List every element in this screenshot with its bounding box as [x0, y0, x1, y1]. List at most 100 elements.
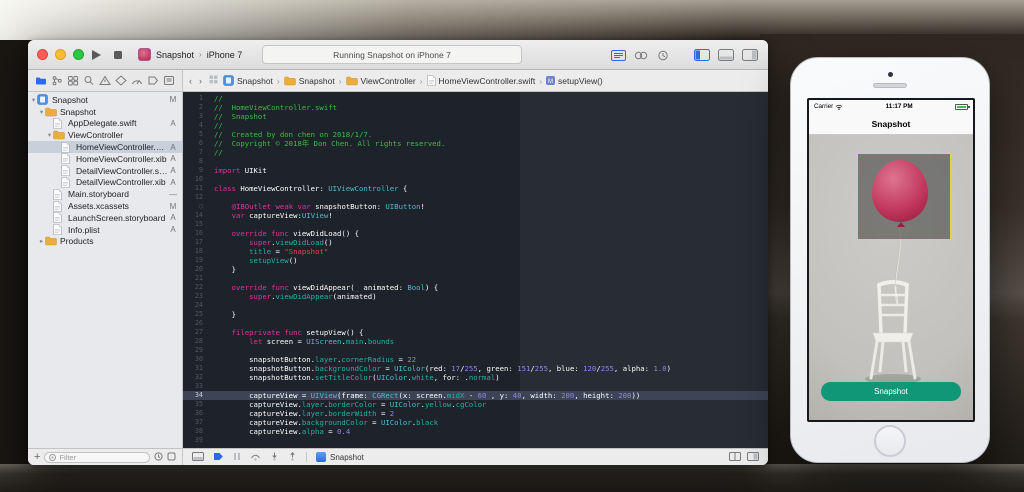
- step-over-button[interactable]: [250, 448, 261, 465]
- debug-bar-crumb[interactable]: Snapshot: [316, 452, 364, 462]
- back-button[interactable]: ‹: [189, 76, 194, 86]
- hide-debug-area-button[interactable]: [192, 448, 204, 465]
- code-line[interactable]: 19 setupView(): [183, 256, 768, 265]
- file-tree-item[interactable]: DetailViewController.xib A: [28, 177, 182, 189]
- breakpoints-button[interactable]: [213, 448, 224, 465]
- code-line[interactable]: 20 }: [183, 265, 768, 274]
- file-tree-item[interactable]: AppDelegate.swift A: [28, 118, 182, 130]
- file-tree-item[interactable]: DetailViewController.swift A: [28, 165, 182, 177]
- code-line[interactable]: 7//: [183, 148, 768, 157]
- run-button[interactable]: [92, 50, 101, 60]
- code-line[interactable]: 18 title = "Snapshot": [183, 247, 768, 256]
- add-button[interactable]: +: [34, 452, 40, 463]
- toggle-inspectors-button[interactable]: [742, 48, 758, 66]
- code-line[interactable]: 29: [183, 346, 768, 355]
- home-button[interactable]: [874, 425, 906, 457]
- navigator-bar: [28, 70, 183, 91]
- jump-bar-item[interactable]: HomeViewController.swift: [426, 75, 535, 86]
- file-tree-item[interactable]: Info.plist A: [28, 224, 182, 236]
- assistant-editor-button[interactable]: [634, 48, 648, 66]
- console-pane-left-button[interactable]: [729, 448, 741, 465]
- file-tree-item[interactable]: HomeViewController.xib A: [28, 153, 182, 165]
- find-navigator-tab[interactable]: [83, 75, 95, 86]
- code-line[interactable]: 28 let screen = UIScreen.main.bounds: [183, 337, 768, 346]
- code-line[interactable]: 38 captureView.alpha = 0.4: [183, 427, 768, 436]
- code-line[interactable]: 1//: [183, 94, 768, 103]
- code-line[interactable]: 32 snapshotButton.setTitleColor(UIColor.…: [183, 373, 768, 382]
- recent-files-icon[interactable]: [154, 448, 163, 465]
- code-line[interactable]: 31 snapshotButton.backgroundColor = UICo…: [183, 364, 768, 373]
- code-line[interactable]: 39: [183, 436, 768, 445]
- project-navigator: ▾ Snapshot M ▾ Snapshot AppDelegate.swift A ▾ Vi…: [28, 92, 183, 448]
- code-line[interactable]: 17 super.viewDidLoad(): [183, 238, 768, 247]
- code-line[interactable]: 26: [183, 319, 768, 328]
- version-editor-button[interactable]: [656, 48, 670, 66]
- code-line[interactable]: 37 captureView.backgroundColor = UIColor…: [183, 418, 768, 427]
- code-line[interactable]: 22 override func viewDidAppear(_ animate…: [183, 283, 768, 292]
- code-line[interactable]: 15: [183, 220, 768, 229]
- code-line[interactable]: 3// Snapshot: [183, 112, 768, 121]
- zoom-button[interactable]: [73, 49, 84, 60]
- console-pane-right-button[interactable]: [747, 448, 759, 465]
- source-editor[interactable]: 1//2// HomeViewController.swift 3// Snaps…: [183, 92, 768, 448]
- file-tree-item[interactable]: Main.storyboard —: [28, 188, 182, 200]
- code-line[interactable]: 10: [183, 175, 768, 184]
- code-line[interactable]: 12: [183, 193, 768, 202]
- standard-editor-button[interactable]: [611, 48, 626, 66]
- code-line[interactable]: 25 }: [183, 310, 768, 319]
- jump-bar-item[interactable]: ViewController: [345, 76, 416, 86]
- filter-field[interactable]: Filter: [44, 451, 150, 463]
- file-tree-item[interactable]: HomeViewController.swift A: [28, 141, 182, 153]
- code-line[interactable]: 30 snapshotButton.layer.cornerRadius = 2…: [183, 355, 768, 364]
- code-line[interactable]: 35 captureView.layer.borderColor = UICol…: [183, 400, 768, 409]
- step-into-button[interactable]: [270, 448, 279, 465]
- jump-bar-item[interactable]: Snapshot: [284, 76, 335, 86]
- report-navigator-tab[interactable]: [163, 75, 175, 86]
- scheme-selector[interactable]: Snapshot › iPhone 7: [138, 48, 242, 61]
- file-tree-item[interactable]: ▾ ViewController: [28, 129, 182, 141]
- code-line[interactable]: 2// HomeViewController.swift: [183, 103, 768, 112]
- code-line[interactable]: 14 var captureView:UIView!: [183, 211, 768, 220]
- code-line[interactable]: 24: [183, 301, 768, 310]
- symbol-navigator-tab[interactable]: [67, 75, 79, 86]
- step-out-button[interactable]: [288, 448, 297, 465]
- issue-navigator-tab[interactable]: [99, 75, 111, 86]
- code-line[interactable]: 8: [183, 157, 768, 166]
- battery-icon: [955, 103, 970, 110]
- code-line[interactable]: 9 import UIKit: [183, 166, 768, 175]
- debug-navigator-tab[interactable]: [131, 75, 143, 86]
- related-items-button[interactable]: [209, 75, 218, 86]
- file-tree-item[interactable]: ▾ Snapshot: [28, 106, 182, 118]
- code-line[interactable]: 34 captureView = UIView(frame: CGRect(x:…: [183, 391, 768, 400]
- toggle-debug-area-button[interactable]: [718, 48, 734, 66]
- project-navigator-tab[interactable]: [35, 75, 47, 86]
- code-line[interactable]: 23 super.viewDidAppear(animated): [183, 292, 768, 301]
- file-tree-item[interactable]: ▸ Products: [28, 236, 182, 248]
- file-tree-item[interactable]: ▾ Snapshot M: [28, 94, 182, 106]
- breakpoint-navigator-tab[interactable]: [147, 75, 159, 86]
- code-line[interactable]: 27 fileprivate func setupView() {: [183, 328, 768, 337]
- toggle-navigator-button[interactable]: [694, 48, 710, 66]
- minimize-button[interactable]: [55, 49, 66, 60]
- forward-button[interactable]: ›: [199, 76, 204, 86]
- stop-button[interactable]: [114, 51, 122, 59]
- code-line[interactable]: 36 captureView.layer.borderWidth = 2: [183, 409, 768, 418]
- source-control-filter-icon[interactable]: [167, 448, 176, 465]
- code-line[interactable]: 4//: [183, 121, 768, 130]
- code-line[interactable]: 5// Created by don chen on 2018/1/7.: [183, 130, 768, 139]
- source-control-navigator-tab[interactable]: [51, 75, 63, 86]
- close-button[interactable]: [37, 49, 48, 60]
- pause-button[interactable]: [233, 448, 241, 465]
- test-navigator-tab[interactable]: [115, 75, 127, 86]
- file-tree-item[interactable]: LaunchScreen.storyboard A: [28, 212, 182, 224]
- code-line[interactable]: 11 class HomeViewController: UIViewContro…: [183, 184, 768, 193]
- code-line[interactable]: 33: [183, 382, 768, 391]
- file-tree-item[interactable]: Assets.xcassets M: [28, 200, 182, 212]
- jump-bar-item[interactable]: MsetupView(): [546, 76, 603, 86]
- code-line[interactable]: 16 override func viewDidLoad() {: [183, 229, 768, 238]
- code-line[interactable]: 21: [183, 274, 768, 283]
- jump-bar-item[interactable]: Snapshot: [223, 75, 273, 86]
- code-line[interactable]: ○ @IBOutlet weak var snapshotButton: UIB…: [183, 202, 768, 211]
- code-line[interactable]: 6// Copyright © 2018年 Don Chen. All righ…: [183, 139, 768, 148]
- snapshot-button[interactable]: Snapshot: [821, 382, 961, 401]
